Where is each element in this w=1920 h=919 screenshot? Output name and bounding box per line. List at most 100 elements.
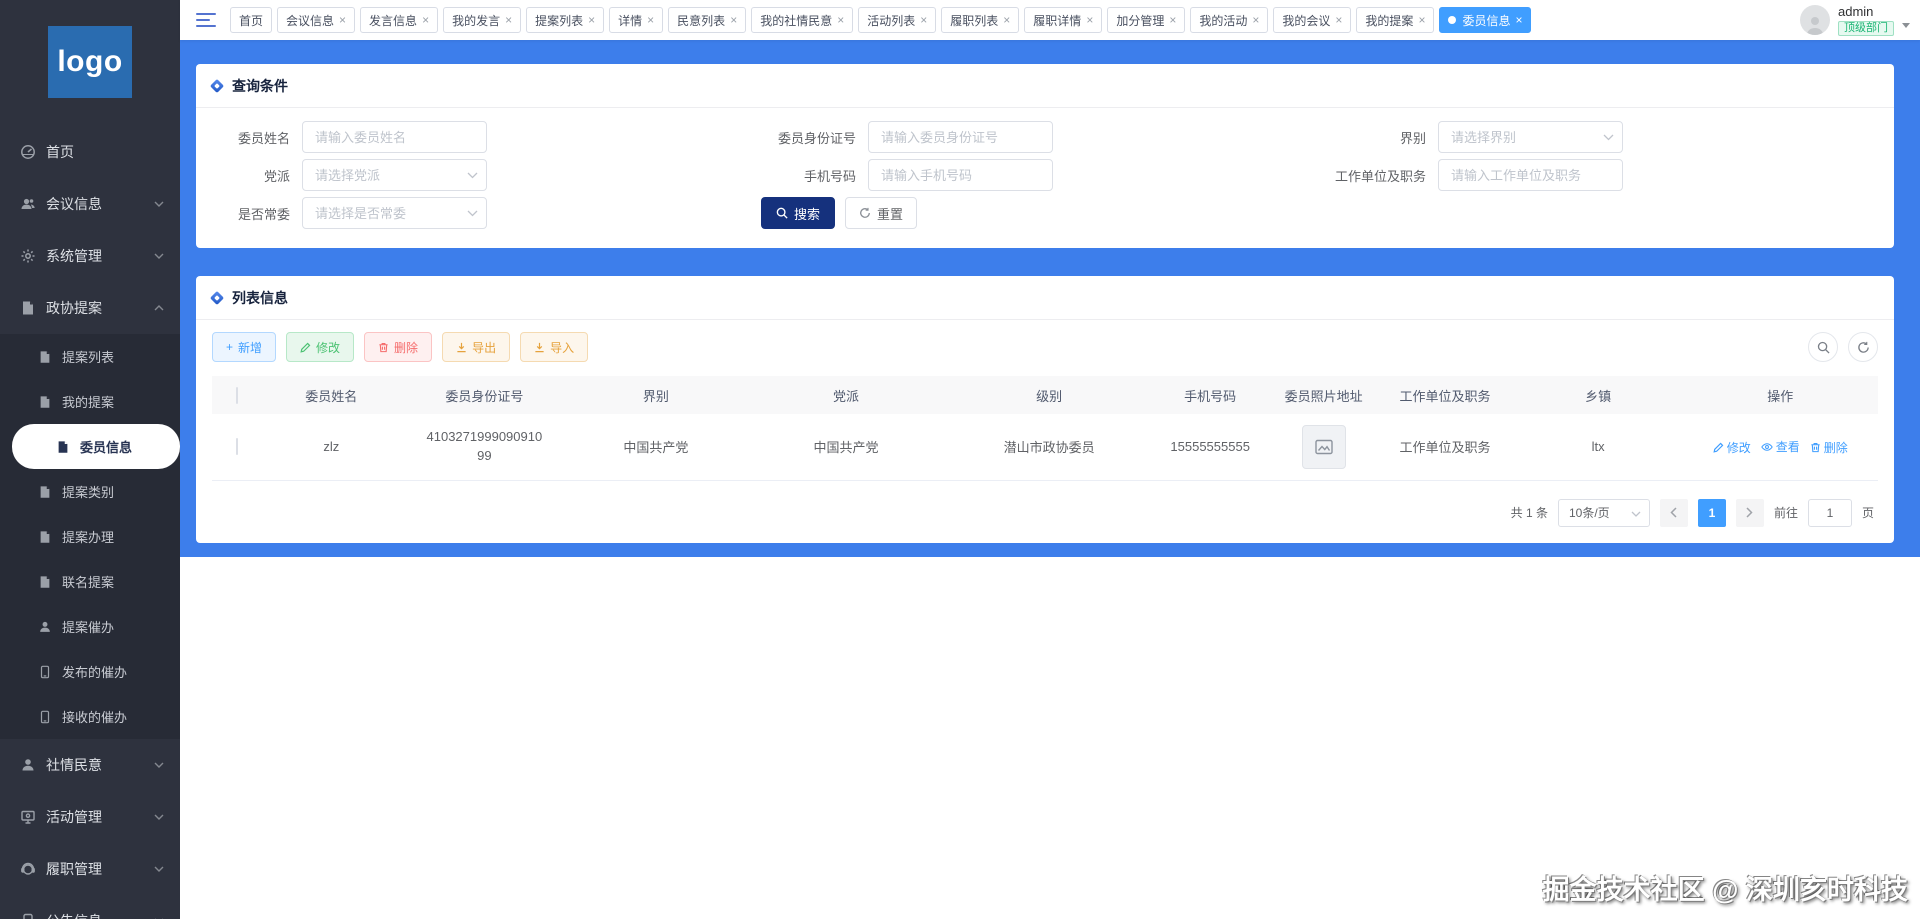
reset-button[interactable]: 重置	[845, 197, 918, 229]
sidebar-item-published-urge[interactable]: 发布的催办	[0, 649, 180, 694]
import-button[interactable]: 导入	[520, 332, 589, 362]
chevron-down-icon	[154, 201, 164, 207]
close-icon[interactable]: ×	[422, 14, 429, 26]
phone-icon	[38, 710, 52, 724]
cell-id-card: 410327199909091099	[399, 414, 569, 481]
plus-icon: +	[226, 340, 234, 354]
user-menu[interactable]: admin 顶级部门	[1800, 4, 1910, 36]
row-view-link[interactable]: 查看	[1761, 438, 1800, 455]
tab-item[interactable]: 加分管理 ×	[1107, 7, 1186, 33]
sidebar-item-label: 社情民意	[46, 757, 102, 773]
chevron-left-icon	[1670, 507, 1677, 518]
sidebar-item-member-info-active[interactable]: 委员信息	[12, 424, 180, 469]
document-icon	[20, 300, 36, 316]
tab-item[interactable]: 我的活动 ×	[1190, 7, 1269, 33]
phone-input[interactable]	[868, 159, 1053, 191]
prev-page-button[interactable]	[1659, 498, 1688, 527]
sidebar-item-system-management[interactable]: 系统管理	[0, 230, 180, 282]
sidebar-item-announcement-info[interactable]: 公告信息	[0, 895, 180, 919]
tab-item[interactable]: 我的发言 ×	[443, 7, 522, 33]
row-checkbox[interactable]	[236, 438, 239, 456]
close-icon[interactable]: ×	[1169, 14, 1176, 26]
tab-item[interactable]: 发言信息 ×	[360, 7, 439, 33]
close-icon[interactable]: ×	[837, 14, 844, 26]
sidebar-item-cppcc-proposal[interactable]: 政协提案	[0, 282, 180, 334]
list-card-title: 列表信息	[232, 289, 288, 306]
tab-item[interactable]: 我的会议 ×	[1273, 7, 1352, 33]
dashboard-icon	[20, 144, 36, 160]
document-icon	[38, 485, 52, 499]
sidebar-item-proposal-category[interactable]: 提案类别	[0, 469, 180, 514]
photo-thumbnail[interactable]	[1301, 424, 1346, 469]
close-icon[interactable]: ×	[1252, 14, 1259, 26]
sidebar-item-my-proposal[interactable]: 我的提案	[0, 379, 180, 424]
close-icon[interactable]: ×	[1086, 14, 1093, 26]
chevron-up-icon	[154, 305, 164, 311]
phone-icon	[20, 913, 36, 919]
cell-work-unit: 工作单位及职务	[1376, 414, 1514, 481]
sidebar-item-proposal-handling[interactable]: 提案办理	[0, 514, 180, 559]
tab-item[interactable]: 我的社情民意 ×	[751, 7, 854, 33]
close-icon[interactable]: ×	[1418, 14, 1425, 26]
export-button[interactable]: 导出	[442, 332, 511, 362]
table-toolbar: + 新增 修改 删除 导出 导入	[196, 320, 1894, 372]
table-search-button[interactable]	[1808, 332, 1838, 362]
image-icon	[1314, 437, 1334, 457]
cell-actions: 修改 查看 删除	[1682, 414, 1878, 481]
tab-item[interactable]: 提案列表 ×	[526, 7, 605, 33]
tab-item[interactable]: 我的提案 ×	[1356, 7, 1435, 33]
chevron-down-icon	[154, 762, 164, 768]
chevron-down-icon	[154, 253, 164, 259]
sidebar-item-joint-proposal[interactable]: 联名提案	[0, 559, 180, 604]
sidebar-item-proposal-urge[interactable]: 提案催办	[0, 604, 180, 649]
tab-item[interactable]: 详情 ×	[609, 7, 664, 33]
goto-page-input[interactable]	[1807, 498, 1852, 527]
select-all-checkbox[interactable]	[236, 386, 239, 404]
table-refresh-button[interactable]	[1848, 332, 1878, 362]
row-delete-link[interactable]: 删除	[1810, 439, 1848, 456]
row-edit-link[interactable]: 修改	[1713, 439, 1751, 456]
delete-button[interactable]: 删除	[364, 332, 433, 362]
sidebar-item-public-opinion[interactable]: 社情民意	[0, 739, 180, 791]
tab-item[interactable]: 民意列表 ×	[668, 7, 747, 33]
sidebar-item-meeting-info[interactable]: 会议信息	[0, 178, 180, 230]
sidebar-item-home[interactable]: 首页	[0, 126, 180, 178]
tab-member-info-active[interactable]: 委员信息 ×	[1439, 7, 1532, 33]
close-icon[interactable]: ×	[588, 14, 595, 26]
current-page[interactable]: 1	[1697, 498, 1726, 527]
tab-home[interactable]: 首页	[230, 7, 273, 33]
standing-select[interactable]	[302, 197, 487, 229]
tab-item[interactable]: 履职详情 ×	[1024, 7, 1103, 33]
sidebar-item-activity-management[interactable]: 活动管理	[0, 791, 180, 843]
close-icon[interactable]: ×	[647, 14, 654, 26]
app-root: logo 首页 会议信息 系统管理 政协提案 提案列表 我的提案 委员信息 提案…	[0, 0, 1920, 919]
hamburger-icon[interactable]	[196, 13, 216, 27]
sidebar-item-received-urge[interactable]: 接收的催办	[0, 694, 180, 739]
close-icon[interactable]: ×	[1515, 14, 1522, 26]
tab-item[interactable]: 履职列表 ×	[941, 7, 1020, 33]
party-select[interactable]	[302, 159, 487, 191]
standing-label: 是否常委	[237, 206, 290, 222]
member-name-input[interactable]	[302, 121, 487, 153]
close-icon[interactable]: ×	[339, 14, 346, 26]
close-icon[interactable]: ×	[730, 14, 737, 26]
edit-button[interactable]: 修改	[286, 332, 355, 362]
party-label: 党派	[263, 168, 290, 184]
chevron-down-icon	[154, 866, 164, 872]
work-unit-input[interactable]	[1438, 159, 1623, 191]
close-icon[interactable]: ×	[1335, 14, 1342, 26]
next-page-button[interactable]	[1735, 498, 1764, 527]
tab-item[interactable]: 会议信息 ×	[277, 7, 356, 33]
sidebar-item-proposal-list[interactable]: 提案列表	[0, 334, 180, 379]
sidebar-item-duty-management[interactable]: 履职管理	[0, 843, 180, 895]
sector-select[interactable]	[1438, 121, 1623, 153]
add-button[interactable]: + 新增	[212, 332, 277, 362]
chevron-down-icon	[154, 814, 164, 820]
tab-item[interactable]: 活动列表 ×	[858, 7, 937, 33]
page-size-select[interactable]: 10条/页	[1557, 498, 1650, 527]
search-button[interactable]: 搜索	[761, 197, 836, 229]
close-icon[interactable]: ×	[505, 14, 512, 26]
id-card-input[interactable]	[868, 121, 1053, 153]
close-icon[interactable]: ×	[920, 14, 927, 26]
close-icon[interactable]: ×	[1003, 14, 1010, 26]
